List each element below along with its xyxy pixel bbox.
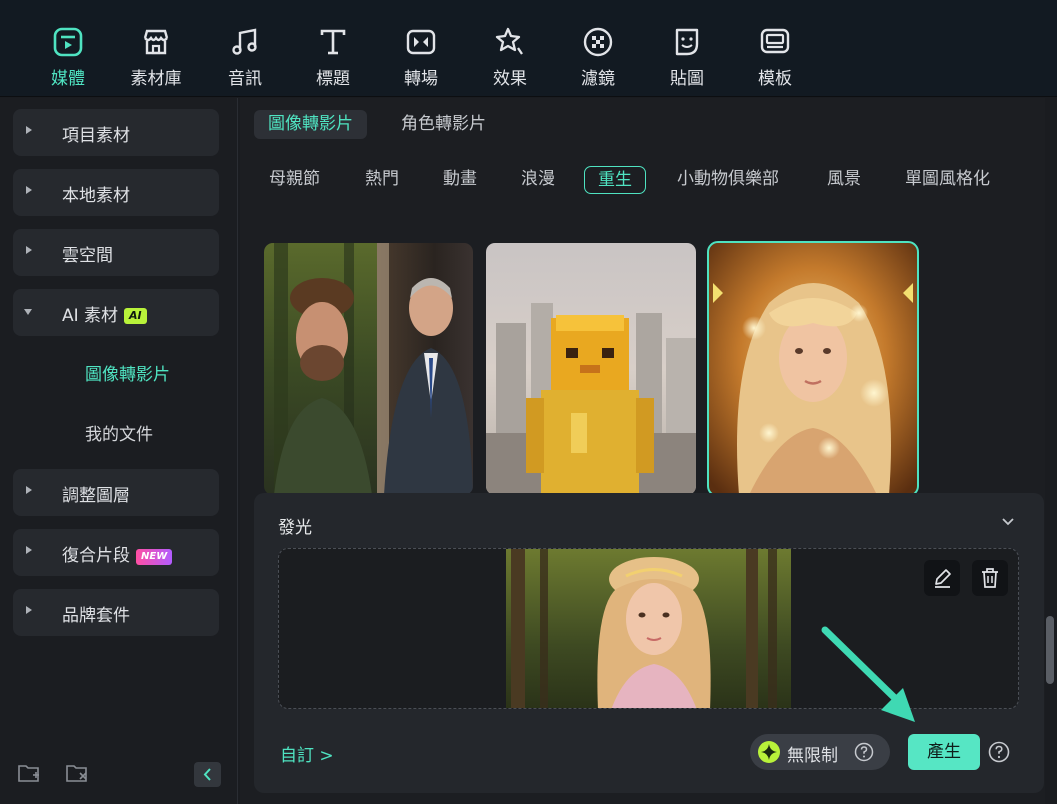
sparkle-credit-icon <box>758 741 780 763</box>
pencil-icon <box>935 569 951 588</box>
app-window: 媒體 素材庫 音訊 標題 轉場 效果 濾鏡 貼圖 模板 項目素材 本地素材 雲空… <box>0 0 1057 804</box>
unlimited-label: 無限制 <box>787 746 838 766</box>
uploaded-image-preview <box>506 549 791 708</box>
category-rebirth[interactable]: 重生 <box>584 166 646 194</box>
men-portrait-thumbnail[interactable] <box>264 243 473 495</box>
sidebar-item-label: 品牌套件 <box>62 606 130 626</box>
template-icon <box>760 28 790 54</box>
tool-filters[interactable]: 濾鏡 <box>562 26 634 90</box>
help-icon[interactable] <box>988 741 1010 763</box>
men-portrait-image <box>264 243 473 495</box>
glowing-girl-image <box>709 243 917 495</box>
tool-effects[interactable]: 效果 <box>474 26 546 90</box>
tool-media[interactable]: 媒體 <box>32 26 104 90</box>
sidebar-item-compound-clip[interactable]: 復合片段 NEW <box>13 529 219 576</box>
sidebar-item-adjustment-layer[interactable]: 調整圖層 <box>13 469 219 516</box>
caret-right-icon <box>26 246 32 254</box>
top-toolbar: 媒體 素材庫 音訊 標題 轉場 效果 濾鏡 貼圖 模板 <box>0 0 1057 97</box>
pixel-character-image <box>486 243 696 495</box>
question-icon[interactable] <box>854 742 874 762</box>
tool-label: 媒體 <box>51 69 85 89</box>
tool-templates[interactable]: 模板 <box>739 26 811 90</box>
caret-right-icon <box>26 486 32 494</box>
generate-button[interactable]: 產生 <box>908 734 980 770</box>
category-scenery[interactable]: 風景 <box>827 166 861 194</box>
tool-label: 標題 <box>316 69 350 89</box>
panel-title: 發光 <box>278 518 312 538</box>
tool-audio[interactable]: 音訊 <box>209 26 281 90</box>
trash-icon <box>982 568 998 588</box>
new-folder-icon[interactable] <box>17 762 41 784</box>
caret-right-icon <box>26 126 32 134</box>
sidebar-item-label: 雲空間 <box>62 246 113 266</box>
caret-down-icon <box>24 309 32 315</box>
chevron-left-icon <box>203 768 211 781</box>
custom-link[interactable]: 自訂 > <box>280 741 334 766</box>
effect-settings-panel: 發光 自訂 > 無限制 產生 <box>254 493 1044 793</box>
category-pet-club[interactable]: 小動物俱樂部 <box>677 166 779 194</box>
tool-titles[interactable]: 標題 <box>297 26 369 90</box>
glowing-girl-thumbnail[interactable] <box>707 241 919 497</box>
store-icon <box>143 29 169 55</box>
chevron-down-icon[interactable] <box>1001 517 1015 527</box>
tool-label: 貼圖 <box>670 69 704 89</box>
media-icon <box>53 27 83 57</box>
collapse-sidebar-button[interactable] <box>194 762 221 787</box>
unlimited-credits-toggle[interactable]: 無限制 <box>750 734 890 770</box>
category-romance[interactable]: 浪漫 <box>521 166 555 194</box>
new-badge: NEW <box>136 549 173 565</box>
ai-badge: AI <box>124 308 147 324</box>
sidebar: 項目素材 本地素材 雲空間 AI 素材 AI 圖像轉影片 我的文件 調整圖層 復合… <box>0 98 238 804</box>
sidebar-item-label: 復合片段 <box>62 546 130 566</box>
sidebar-item-brand-kit[interactable]: 品牌套件 <box>13 589 219 636</box>
sidebar-item-label: 調整圖層 <box>62 486 130 506</box>
caret-right-icon <box>26 546 32 554</box>
category-mothers-day[interactable]: 母親節 <box>269 166 320 194</box>
tool-label: 音訊 <box>228 69 262 89</box>
sticker-icon <box>675 28 699 56</box>
text-t-icon <box>320 29 346 55</box>
tool-store[interactable]: 素材庫 <box>120 26 192 90</box>
delete-folder-icon[interactable] <box>65 762 89 784</box>
music-note-icon <box>232 28 257 55</box>
edit-button[interactable] <box>924 560 960 596</box>
caret-right-icon <box>26 606 32 614</box>
effects-star-icon <box>495 27 523 55</box>
transition-icon <box>406 29 436 55</box>
tool-stickers[interactable]: 貼圖 <box>651 26 723 90</box>
sidebar-item-cloud[interactable]: 雲空間 <box>13 229 219 276</box>
sidebar-item-local-media[interactable]: 本地素材 <box>13 169 219 216</box>
tool-transitions[interactable]: 轉場 <box>385 26 457 90</box>
tab-image-to-video[interactable]: 圖像轉影片 <box>254 110 367 139</box>
tab-character-to-video[interactable]: 角色轉影片 <box>387 110 500 139</box>
sidebar-item-ai-media[interactable]: AI 素材 AI <box>13 289 219 336</box>
tool-label: 濾鏡 <box>581 69 615 89</box>
category-animation[interactable]: 動畫 <box>443 166 477 194</box>
sidebar-subitem-image-to-video[interactable]: 圖像轉影片 <box>85 360 170 385</box>
sidebar-item-label: 項目素材 <box>62 126 130 146</box>
delete-button[interactable] <box>972 560 1008 596</box>
tool-label: 模板 <box>758 69 792 89</box>
category-popular[interactable]: 熱門 <box>365 166 399 194</box>
caret-right-icon <box>26 186 32 194</box>
sidebar-item-project-media[interactable]: 項目素材 <box>13 109 219 156</box>
scrollbar[interactable] <box>1046 616 1054 684</box>
sidebar-subitem-my-files[interactable]: 我的文件 <box>85 420 153 445</box>
princess-image <box>506 549 791 708</box>
tool-label: 素材庫 <box>130 69 182 89</box>
tool-label: 轉場 <box>404 69 438 89</box>
category-single-image-stylize[interactable]: 單圖風格化 <box>905 166 990 194</box>
sidebar-item-label: 本地素材 <box>62 186 130 206</box>
pixel-character-thumbnail[interactable] <box>486 243 696 495</box>
sidebar-item-label: AI 素材 <box>62 306 119 326</box>
filter-icon <box>583 27 613 57</box>
tool-label: 效果 <box>493 69 527 89</box>
image-upload-area[interactable] <box>278 548 1019 709</box>
